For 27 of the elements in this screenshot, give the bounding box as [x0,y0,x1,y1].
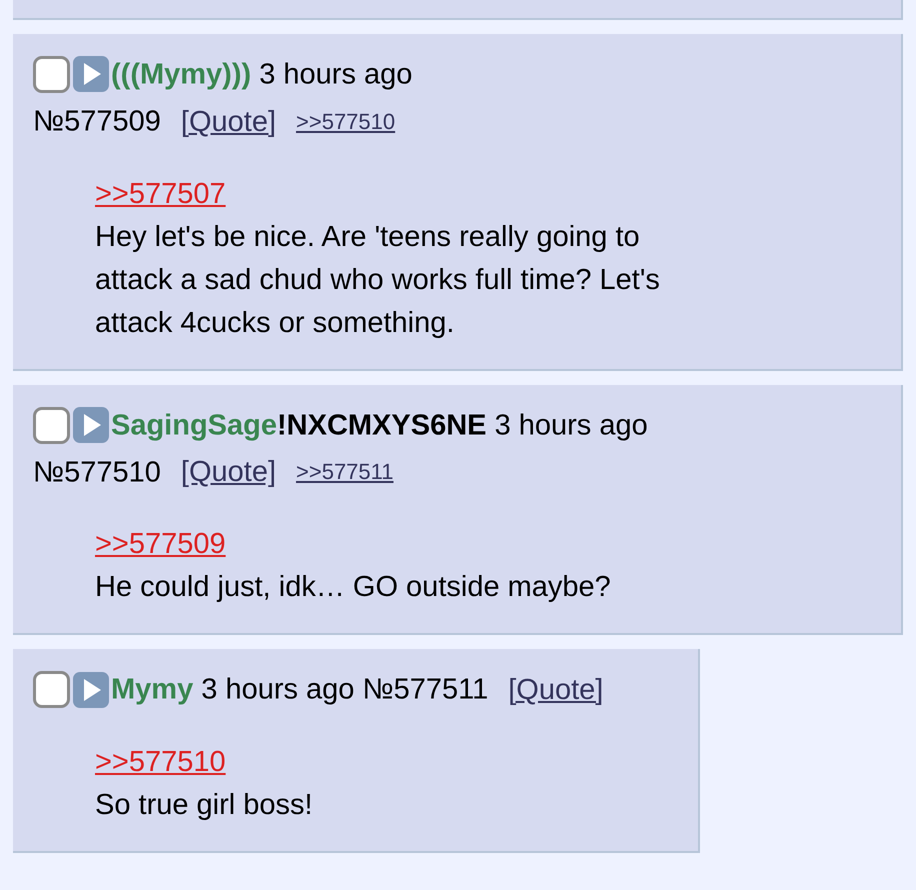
reply-link[interactable]: >>577507 [95,172,226,216]
checkbox[interactable] [33,406,70,444]
quote-link[interactable]: [Quote] [180,106,276,138]
post-text: He could just, idk… GO outside maybe? [95,570,612,606]
post-time: 3 hours ago [494,409,648,442]
post-number: №577511 [362,674,488,706]
checkbox[interactable] [33,671,70,708]
post-number: №577510 [33,456,161,488]
reply-link[interactable]: >>577509 [95,523,226,566]
poster-name: SagingSage [111,409,277,442]
backlink[interactable]: >>577510 [296,108,396,134]
tripcode: !NXCMXYS6NE [277,409,486,442]
poster-name: (((Mymy))) [111,58,252,90]
play-icon[interactable] [72,406,110,444]
reply-link[interactable]: >>577510 [95,740,226,784]
backlink[interactable]: >>577511 [296,459,394,484]
post-text: Hey let's be nice. Are 'teens really going to attack a sad chud who works full time? Let's attack 4cucks or something. [95,220,661,341]
quote-link[interactable]: [Quote] [180,456,276,488]
post-text: So true girl boss! [95,788,314,823]
play-icon[interactable] [72,670,110,709]
poster-name: Mymy [111,674,194,706]
post-time: 3 hours ago [201,674,354,706]
post-number: №577509 [33,106,161,138]
post-time: 3 hours ago [259,58,412,90]
checkbox[interactable] [33,56,70,93]
play-icon[interactable] [72,55,110,94]
quote-link[interactable]: [Quote] [508,674,604,706]
